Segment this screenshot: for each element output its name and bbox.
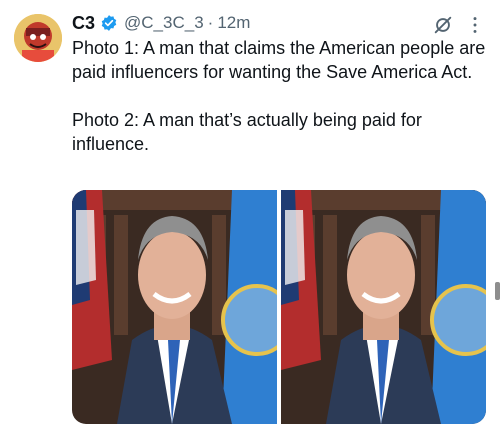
portrait-image [72,190,277,424]
tweet-text: Photo 1: A man that claims the American … [72,36,486,156]
tweet-paragraph-2: Photo 2: A man that’s actually being pai… [72,110,422,154]
avatar-image [14,14,62,62]
portrait-image [281,190,486,424]
tweet-paragraph-1: Photo 1: A man that claims the American … [72,38,486,82]
tweet-header: C3 @C_3C_3 · 12m [72,10,486,36]
author-handle[interactable]: @C_3C_3 [124,13,204,33]
verified-badge-icon [100,14,118,32]
timestamp[interactable]: 12m [217,13,250,33]
photo-1[interactable] [72,190,277,424]
grok-icon[interactable] [432,14,454,36]
avatar[interactable] [14,14,62,62]
separator-dot: · [207,13,214,32]
photo-2[interactable] [281,190,486,424]
author-name[interactable]: C3 [72,13,95,34]
more-dots-icon[interactable] [464,14,486,36]
scrollbar-thumb[interactable] [495,282,500,300]
media-grid [72,190,486,424]
